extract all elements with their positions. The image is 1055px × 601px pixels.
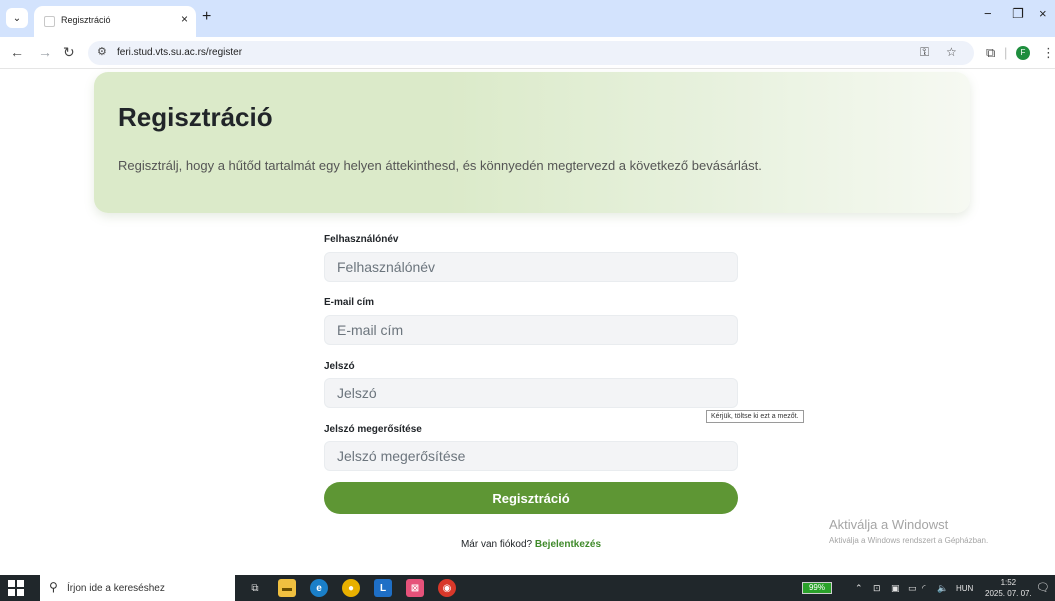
browser-tab-strip: ⌄ Regisztráció × + − ❐ × [0, 0, 1055, 37]
input-language[interactable]: HUN [956, 584, 973, 593]
search-icon: ⚲ [49, 580, 58, 594]
restore-icon[interactable]: ❐ [1012, 6, 1024, 22]
taskbar-search-text[interactable]: Írjon ide a kereséshez [67, 583, 165, 594]
back-icon[interactable]: ← [10, 44, 24, 60]
bookmark-star-icon[interactable]: ☆ [946, 45, 957, 59]
url-text[interactable]: feri.stud.vts.su.ac.rs/register [117, 47, 242, 58]
volume-icon[interactable]: 🔈 [937, 583, 948, 594]
password-input[interactable] [324, 378, 738, 408]
l-app-icon[interactable]: L [374, 579, 392, 597]
hero-banner: Regisztráció Regisztrálj, hogy a hűtőd t… [94, 72, 970, 213]
edge-icon[interactable]: e [310, 579, 328, 597]
more-menu-icon[interactable]: ⋮ [1042, 45, 1055, 61]
task-view-icon[interactable]: ⧉ [246, 579, 264, 597]
reload-icon[interactable]: ↻ [63, 44, 75, 61]
page-favicon-icon [44, 16, 55, 27]
validation-tooltip: Kérjük, töltse ki ezt a mezőt. [706, 410, 804, 423]
confirm-password-label: Jelszó megerősítése [324, 424, 422, 435]
page-title: Regisztráció [118, 102, 273, 132]
password-key-icon[interactable]: ⚿ [920, 45, 929, 60]
wifi-icon[interactable]: ◜ [922, 583, 926, 594]
extensions-icon[interactable]: ⧉ [986, 45, 995, 61]
file-explorer-icon[interactable]: ▬ [278, 579, 296, 597]
toolbar-divider: | [1004, 45, 1008, 60]
login-prompt-text: Már van fiókod? [460, 539, 533, 550]
minimize-icon[interactable]: − [984, 6, 992, 21]
watermark-subtitle: Aktiválja a Windows rendszert a Gépházba… [829, 536, 989, 545]
close-tab-icon[interactable]: × [181, 12, 188, 26]
xampp-icon[interactable]: ⊠ [406, 579, 424, 597]
tray-chevron-icon[interactable]: ⌃ [855, 583, 863, 594]
windows-taskbar: ⚲ Írjon ide a kereséshez ⧉ ▬ e ● L ⊠ ◉ 9… [0, 575, 1055, 601]
tray-network-icon[interactable]: ▣ [891, 583, 900, 594]
register-button[interactable]: Regisztráció [324, 482, 738, 514]
taskbar-search[interactable]: ⚲ Írjon ide a kereséshez [40, 575, 235, 601]
new-tab-icon[interactable]: + [202, 8, 211, 26]
site-settings-icon[interactable]: ⚙ [97, 45, 107, 58]
close-window-icon[interactable]: × [1039, 6, 1047, 21]
login-prompt: Már van fiókod? Bejelentkezés [324, 539, 738, 550]
browser-toolbar: ← → ↻ ⚙ feri.stud.vts.su.ac.rs/register … [0, 37, 1055, 69]
confirm-password-input[interactable] [324, 441, 738, 471]
tray-app-icon[interactable]: ⊡ [873, 583, 881, 594]
notification-center-icon[interactable]: 🗨 [1036, 581, 1050, 594]
tab-search-button[interactable]: ⌄ [6, 8, 28, 28]
taskbar-clock[interactable]: 1:52 2025. 07. 07. [985, 577, 1032, 599]
chrome-icon[interactable]: ● [342, 579, 360, 597]
page-subtitle: Regisztrálj, hogy a hűtőd tartalmát egy … [118, 158, 762, 173]
tab-title: Regisztráció [61, 15, 111, 25]
watermark-title: Aktiválja a Windowst [829, 517, 949, 532]
username-label: Felhasználónév [324, 234, 399, 245]
login-link[interactable]: Bejelentkezés [535, 539, 601, 550]
tray-battery-icon[interactable]: ▭ [908, 583, 917, 594]
activation-watermark: Aktiválja a Windowst Aktiválja a Windows… [829, 517, 988, 545]
red-app-icon[interactable]: ◉ [438, 579, 456, 597]
address-bar[interactable]: ⚙ feri.stud.vts.su.ac.rs/register ⚿ ☆ [88, 41, 974, 65]
email-label: E-mail cím [324, 297, 375, 308]
browser-tab[interactable]: Regisztráció × [34, 6, 196, 37]
clock-time: 1:52 [1000, 578, 1017, 587]
email-input[interactable] [324, 315, 738, 345]
password-label: Jelszó [324, 361, 355, 372]
windows-start-icon[interactable] [8, 580, 24, 596]
battery-indicator[interactable]: 99% [802, 582, 832, 594]
profile-avatar[interactable]: F [1016, 46, 1030, 60]
forward-icon[interactable]: → [38, 44, 52, 60]
username-input[interactable] [324, 252, 738, 282]
clock-date: 2025. 07. 07. [985, 589, 1032, 598]
